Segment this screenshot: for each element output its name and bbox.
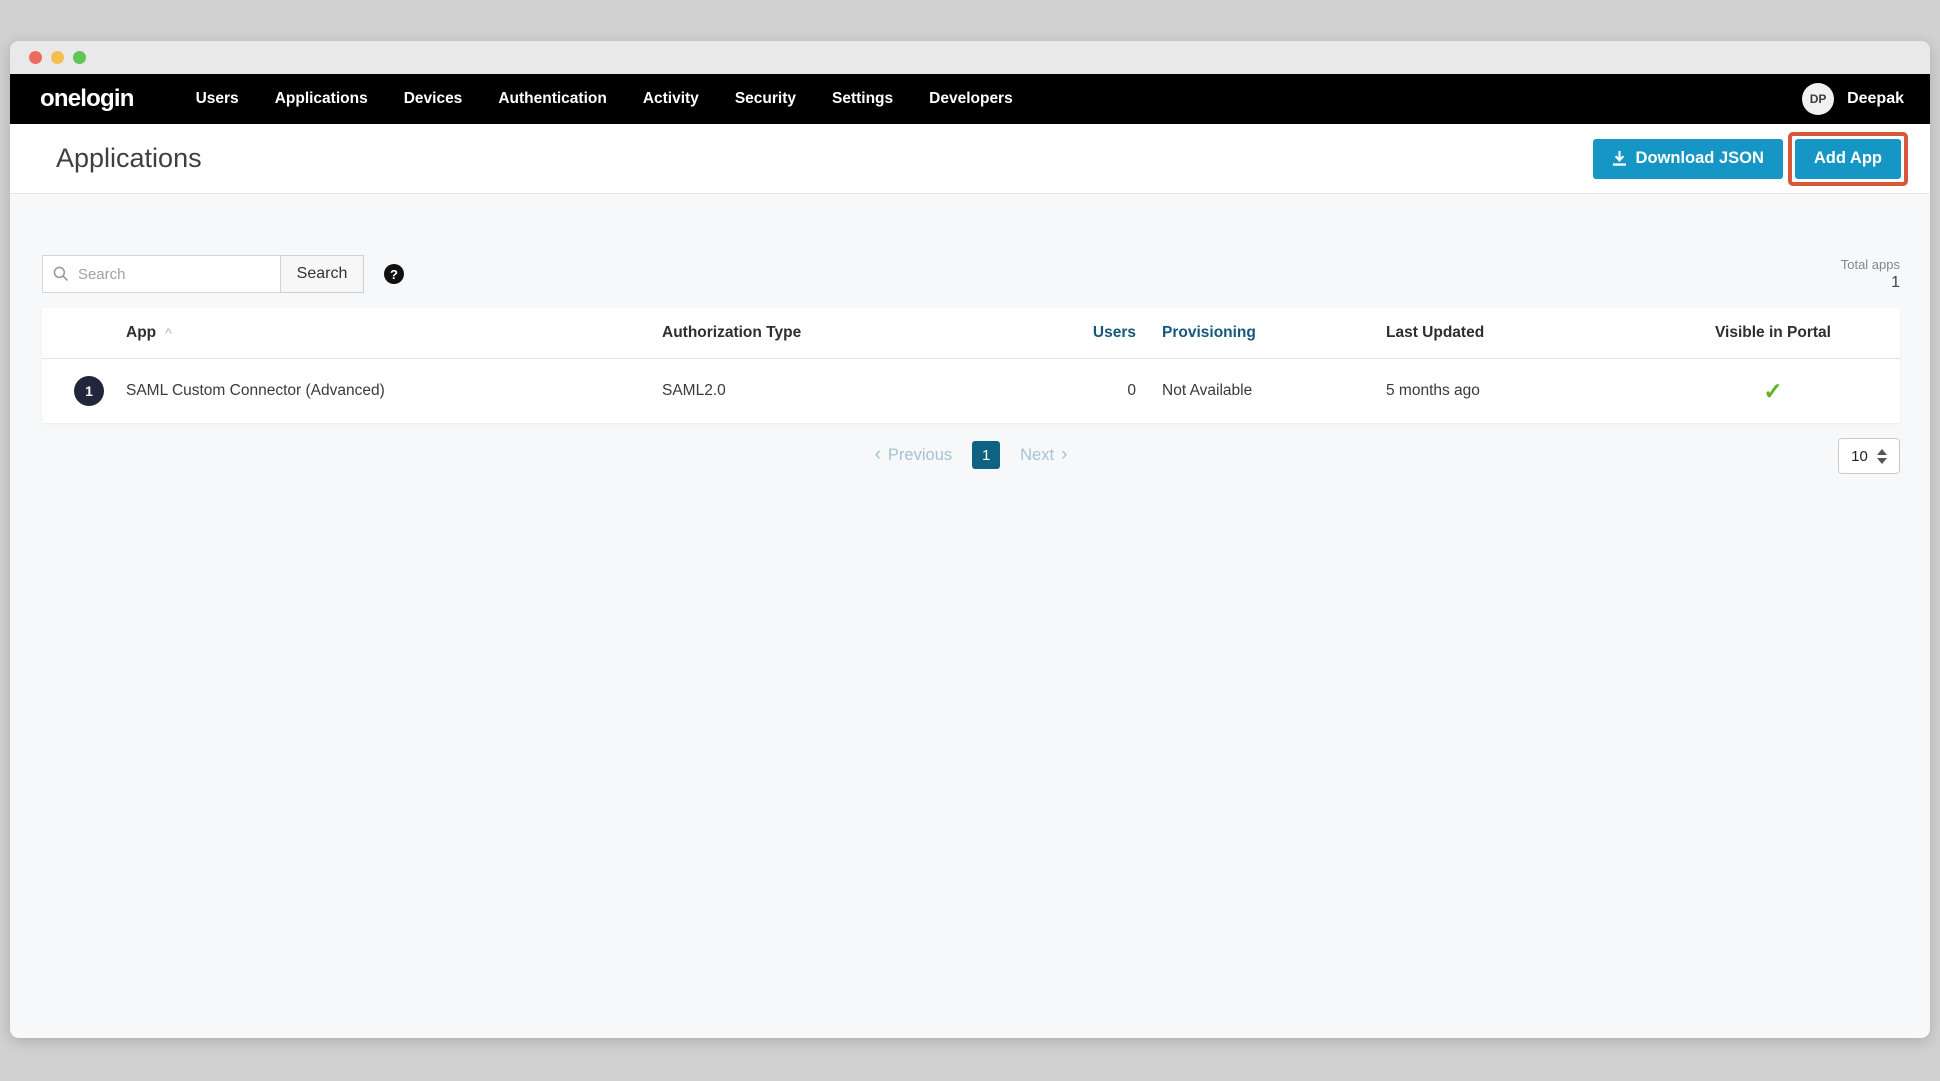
download-json-button[interactable]: Download JSON	[1593, 139, 1783, 179]
page-size-value: 10	[1851, 448, 1868, 465]
nav-menu: Users Applications Devices Authenticatio…	[196, 90, 1013, 108]
column-header-app-label: App	[126, 324, 156, 342]
page-size-select[interactable]: 10	[1838, 438, 1900, 474]
authorization-type-cell: SAML2.0	[626, 382, 1026, 400]
nav-item-settings[interactable]: Settings	[832, 90, 893, 108]
avatar[interactable]: DP	[1802, 83, 1834, 115]
column-header-visible-in-portal: Visible in Portal	[1646, 324, 1900, 342]
provisioning-cell: Not Available	[1136, 382, 1386, 400]
chevron-right-icon: ›	[1061, 444, 1067, 466]
row-index-cell: 1	[42, 376, 106, 406]
close-window-icon[interactable]	[29, 51, 42, 64]
column-header-app[interactable]: App ^	[106, 324, 626, 342]
user-name: Deepak	[1847, 90, 1904, 108]
nav-item-devices[interactable]: Devices	[404, 90, 463, 108]
last-updated-cell: 5 months ago	[1386, 382, 1646, 400]
column-header-users[interactable]: Users	[1026, 324, 1136, 342]
content-area: Search ? Total apps 1 App ^ Authorizatio…	[10, 194, 1930, 478]
nav-item-developers[interactable]: Developers	[929, 90, 1013, 108]
app-name-cell[interactable]: SAML Custom Connector (Advanced)	[106, 382, 626, 400]
users-count-cell: 0	[1026, 382, 1136, 400]
table-row[interactable]: 1 SAML Custom Connector (Advanced) SAML2…	[42, 359, 1900, 423]
column-header-provisioning[interactable]: Provisioning	[1136, 324, 1386, 342]
pagination-row: ‹ Previous 1 Next › 10	[42, 438, 1900, 478]
pager: ‹ Previous 1 Next ›	[42, 441, 1900, 469]
search-box	[42, 255, 281, 293]
search-button[interactable]: Search	[280, 255, 364, 293]
add-app-label: Add App	[1814, 149, 1882, 168]
column-header-authorization-type: Authorization Type	[626, 324, 1026, 342]
nav-item-users[interactable]: Users	[196, 90, 239, 108]
column-header-last-updated: Last Updated	[1386, 324, 1646, 342]
page-title: Applications	[56, 143, 202, 174]
top-navbar: onelogin Users Applications Devices Auth…	[10, 74, 1930, 124]
table-header-row: App ^ Authorization Type Users Provision…	[42, 308, 1900, 359]
total-apps-label: Total apps	[1841, 257, 1900, 273]
previous-page-button[interactable]: ‹ Previous	[875, 444, 953, 466]
next-page-button[interactable]: Next ›	[1020, 444, 1067, 466]
row-index-badge: 1	[74, 376, 104, 406]
check-icon: ✓	[1763, 378, 1782, 404]
window-titlebar	[10, 41, 1930, 74]
minimize-window-icon[interactable]	[51, 51, 64, 64]
user-menu[interactable]: DP Deepak	[1802, 83, 1904, 115]
zoom-window-icon[interactable]	[73, 51, 86, 64]
nav-item-authentication[interactable]: Authentication	[498, 90, 607, 108]
chevron-left-icon: ‹	[875, 444, 881, 466]
sort-asc-icon: ^	[165, 325, 172, 341]
app-window: onelogin Users Applications Devices Auth…	[10, 41, 1930, 1038]
download-json-label: Download JSON	[1636, 149, 1764, 168]
search-icon	[53, 265, 69, 283]
add-app-button[interactable]: Add App	[1795, 139, 1901, 179]
header-actions: Download JSON Add App	[1593, 132, 1908, 186]
add-app-highlight: Add App	[1788, 132, 1908, 186]
next-label: Next	[1020, 446, 1054, 465]
search-input[interactable]	[78, 266, 270, 283]
stepper-arrows-icon	[1877, 449, 1887, 464]
total-apps: Total apps 1	[1841, 255, 1900, 293]
nav-item-activity[interactable]: Activity	[643, 90, 699, 108]
download-icon	[1612, 151, 1627, 167]
previous-label: Previous	[888, 446, 952, 465]
applications-table: App ^ Authorization Type Users Provision…	[42, 308, 1900, 423]
total-apps-value: 1	[1841, 273, 1900, 293]
current-page-button[interactable]: 1	[972, 441, 1000, 469]
visible-in-portal-cell: ✓	[1646, 378, 1900, 405]
nav-item-applications[interactable]: Applications	[275, 90, 368, 108]
onelogin-logo[interactable]: onelogin	[40, 85, 134, 113]
help-icon[interactable]: ?	[384, 264, 404, 284]
toolbar: Search ? Total apps 1	[42, 255, 1900, 293]
page-header: Applications Download JSON Add App	[10, 124, 1930, 194]
nav-item-security[interactable]: Security	[735, 90, 796, 108]
